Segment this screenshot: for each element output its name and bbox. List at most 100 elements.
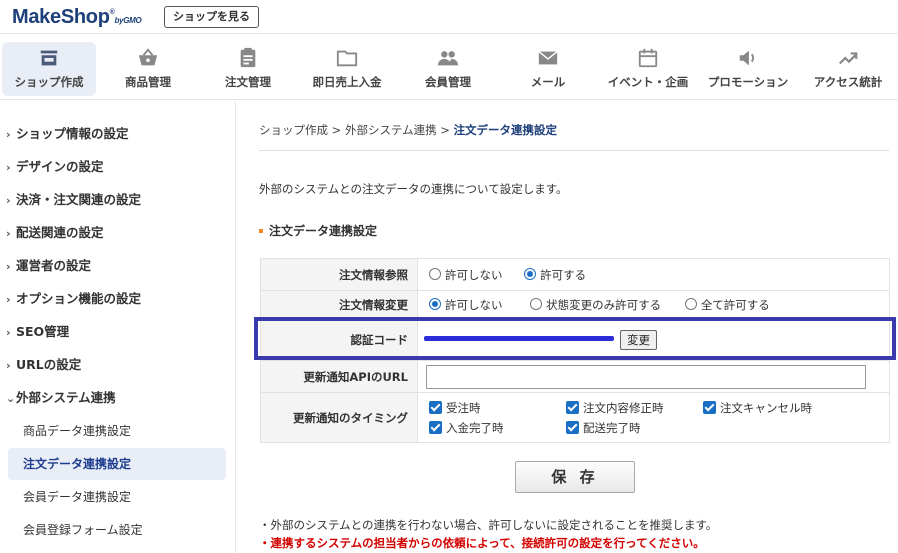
checkbox-checked-icon[interactable] bbox=[429, 400, 442, 414]
sidebar-item-design[interactable]: › デザインの設定 bbox=[6, 152, 230, 182]
checkbox-checked-icon[interactable] bbox=[566, 400, 579, 414]
sidebar: › ショップ情報の設定 › デザインの設定 › 決済・注文関連の設定 › 配送関連の設定… bbox=[0, 101, 236, 553]
store-icon bbox=[40, 50, 58, 66]
mail-icon bbox=[538, 51, 558, 65]
check-label: 受注時 bbox=[446, 400, 481, 415]
breadcrumb-external[interactable]: 外部システム連携 bbox=[345, 123, 437, 137]
row-order-ref: 注文情報参照 許可しない 許可する bbox=[260, 258, 890, 291]
nav-label: 会員管理 bbox=[425, 75, 471, 89]
sidebar-item-label: 運営者の設定 bbox=[16, 258, 92, 273]
sidebar-item-label: ショップ情報の設定 bbox=[16, 126, 129, 141]
settings-table: 注文情報参照 許可しない 許可する 注文情報変更 許可しない 状態変更のみ許可す… bbox=[260, 258, 890, 443]
auth-code-value: 変更 bbox=[417, 318, 890, 361]
check-order-cancelled[interactable]: 注文キャンセル時 bbox=[703, 398, 840, 418]
nav-label: イベント・企画 bbox=[607, 75, 689, 89]
check-label: 注文キャンセル時 bbox=[720, 400, 812, 415]
check-order-modified[interactable]: 注文内容修正時 bbox=[566, 398, 703, 418]
nav-events[interactable]: イベント・企画 bbox=[601, 42, 695, 96]
order-ref-allow[interactable]: 許可する bbox=[524, 267, 586, 283]
sidebar-item-external-systems[interactable]: ⌄外部システム連携 bbox=[6, 383, 230, 413]
calendar-icon bbox=[638, 48, 658, 68]
view-shop-button[interactable]: ショップを見る bbox=[164, 6, 259, 28]
breadcrumb: ショップ作成 > 外部システム連携 > 注文データ連携設定 bbox=[259, 122, 557, 138]
chevron-right-icon: › bbox=[6, 359, 11, 372]
radio-on-icon[interactable] bbox=[429, 298, 441, 310]
users-icon bbox=[437, 51, 459, 66]
radio-on-icon[interactable] bbox=[524, 268, 537, 280]
order-ref-options: 許可しない 許可する bbox=[417, 258, 890, 291]
checkbox-checked-icon[interactable] bbox=[429, 420, 442, 434]
api-url-input[interactable] bbox=[426, 364, 866, 389]
nav-label: プロモーション bbox=[707, 75, 789, 89]
option-label: 許可しない bbox=[445, 297, 503, 312]
section-title-text: 注文データ連携設定 bbox=[269, 224, 378, 238]
note-warning: ・連携するシステムの担当者からの依頼によって、接続許可の設定を行ってください。 bbox=[259, 536, 705, 550]
sidebar-item-payment[interactable]: › 決済・注文関連の設定 bbox=[6, 185, 230, 215]
check-order-received[interactable]: 受注時 bbox=[429, 398, 566, 418]
sidebar-item-label: 決済・注文関連の設定 bbox=[16, 192, 142, 207]
row-label: 注文情報変更 bbox=[260, 290, 418, 319]
checkbox-checked-icon[interactable] bbox=[703, 400, 716, 414]
nav-label: 注文管理 bbox=[225, 75, 271, 89]
sidebar-item-label: 外部システム連携 bbox=[16, 390, 116, 405]
save-button[interactable]: 保 存 bbox=[515, 461, 635, 493]
section-title: 注文データ連携設定 bbox=[259, 222, 377, 239]
option-label: 全て許可する bbox=[700, 297, 770, 312]
sidebar-item-label: オプション機能の設定 bbox=[16, 291, 142, 306]
nav-orders[interactable]: 注文管理 bbox=[201, 42, 295, 96]
check-delivery-complete[interactable]: 配送完了時 bbox=[566, 418, 703, 438]
sidebar-item-label: SEO管理 bbox=[16, 324, 70, 339]
row-api-url: 更新通知APIのURL bbox=[260, 360, 890, 393]
logo-gmo: GMO bbox=[123, 16, 142, 25]
makeshop-logo[interactable]: MakeShop®byGMO bbox=[12, 6, 142, 29]
top-bar: MakeShop®byGMO ショップを見る bbox=[0, 0, 898, 34]
nav-shop-create[interactable]: ショップ作成 bbox=[2, 42, 96, 96]
sidebar-item-label: 配送関連の設定 bbox=[16, 225, 104, 240]
row-timing: 更新通知のタイミング 受注時 注文内容修正時 注文キャンセル時 入金完了時 配送完了時 bbox=[260, 392, 890, 443]
nav-mail[interactable]: メール bbox=[501, 42, 595, 96]
clipboard-icon bbox=[240, 47, 256, 68]
check-payment-complete[interactable]: 入金完了時 bbox=[429, 418, 566, 438]
nav-label: アクセス統計 bbox=[813, 75, 883, 89]
nav-same-day-payment[interactable]: 即日売上入金 bbox=[300, 42, 394, 96]
order-change-all[interactable]: 全て許可する bbox=[684, 297, 770, 313]
order-change-status-only[interactable]: 状態変更のみ許可する bbox=[530, 297, 661, 313]
nav-products[interactable]: 商品管理 bbox=[101, 42, 195, 96]
checkbox-checked-icon[interactable] bbox=[566, 420, 579, 434]
chevron-right-icon: › bbox=[6, 161, 11, 174]
radio-off-icon[interactable] bbox=[429, 268, 441, 280]
option-label: 状態変更のみ許可する bbox=[546, 297, 662, 312]
chevron-right-icon: › bbox=[6, 128, 11, 141]
sidebar-sub-order-data[interactable]: 注文データ連携設定 bbox=[8, 448, 226, 480]
basket-icon bbox=[138, 48, 158, 66]
sidebar-sub-member-form[interactable]: 会員登録フォーム設定 bbox=[8, 514, 226, 546]
order-ref-deny[interactable]: 許可しない bbox=[429, 267, 503, 283]
sidebar-item-operator[interactable]: › 運営者の設定 bbox=[6, 251, 230, 281]
sidebar-sub-member-data[interactable]: 会員データ連携設定 bbox=[8, 481, 226, 513]
breadcrumb-shop-create[interactable]: ショップ作成 bbox=[259, 123, 328, 137]
radio-off-icon[interactable] bbox=[530, 298, 543, 310]
chevron-right-icon: › bbox=[6, 326, 11, 339]
nav-access-stats[interactable]: アクセス統計 bbox=[801, 42, 895, 96]
folder-icon bbox=[336, 50, 358, 67]
sidebar-item-options[interactable]: › オプション機能の設定 bbox=[6, 284, 230, 314]
chevron-right-icon: › bbox=[6, 194, 11, 207]
sidebar-item-seo[interactable]: › SEO管理 bbox=[6, 317, 230, 347]
nav-promotion[interactable]: プロモーション bbox=[701, 42, 795, 96]
sidebar-item-url[interactable]: › URLの設定 bbox=[6, 350, 230, 380]
sidebar-sub-product-data[interactable]: 商品データ連携設定 bbox=[8, 415, 226, 447]
sidebar-item-label: URLの設定 bbox=[16, 357, 82, 372]
change-auth-code-button[interactable]: 変更 bbox=[620, 329, 657, 350]
sidebar-item-shipping[interactable]: › 配送関連の設定 bbox=[6, 218, 230, 248]
trend-icon bbox=[838, 52, 858, 65]
redacted-auth-code bbox=[424, 336, 614, 341]
chevron-right-icon: › bbox=[6, 260, 11, 273]
timing-checks: 受注時 注文内容修正時 注文キャンセル時 入金完了時 配送完了時 bbox=[417, 392, 890, 443]
order-change-deny[interactable]: 許可しない bbox=[429, 297, 503, 313]
row-label: 更新通知のタイミング bbox=[260, 392, 418, 443]
sidebar-item-shop-info[interactable]: › ショップ情報の設定 bbox=[6, 119, 230, 149]
radio-off-icon[interactable] bbox=[684, 298, 697, 310]
nav-members[interactable]: 会員管理 bbox=[401, 42, 495, 96]
nav-label: メール bbox=[530, 75, 566, 89]
check-label: 配送完了時 bbox=[583, 420, 641, 435]
